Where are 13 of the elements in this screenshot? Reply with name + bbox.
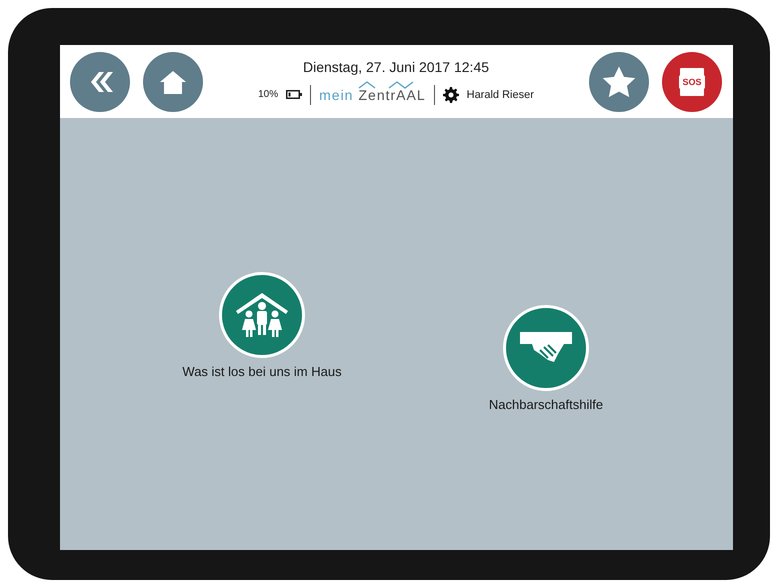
battery-icon — [286, 90, 302, 99]
tile-label: Nachbarschaftshilfe — [488, 397, 604, 412]
gear-icon — [442, 86, 459, 102]
date-time: Dienstag, 27. Juni 2017 12:45 — [302, 58, 490, 74]
tile-label: Was ist los bei uns im Haus — [182, 364, 342, 379]
logo-text: mein — [319, 86, 354, 102]
logo-text: ZentrAAL — [358, 86, 426, 102]
user-name: Harald Rieser — [466, 88, 534, 100]
battery-level: 10% — [258, 89, 278, 100]
home-icon — [159, 68, 187, 94]
star-icon — [601, 64, 637, 98]
sos-button[interactable]: SOS — [662, 52, 722, 112]
family-house-icon — [234, 291, 290, 339]
